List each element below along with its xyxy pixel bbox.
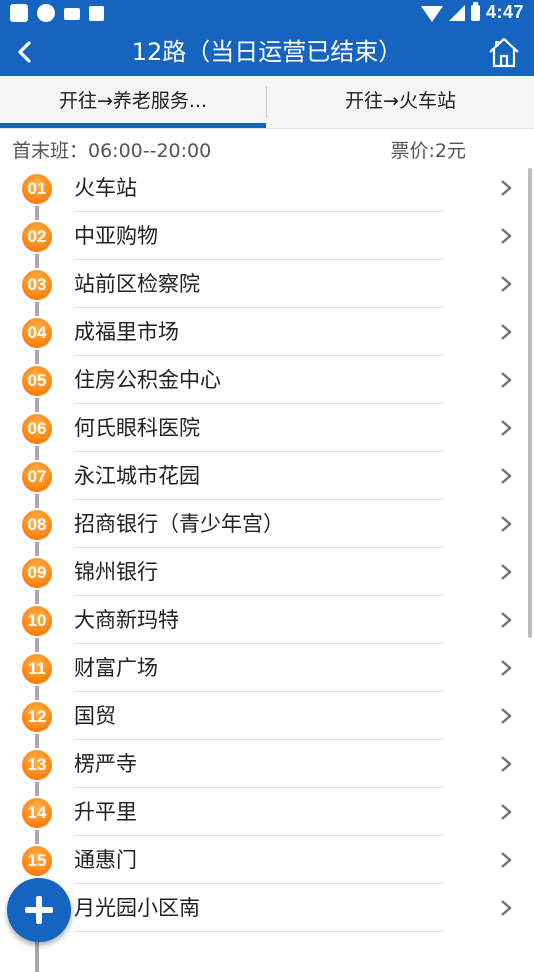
chevron-right-icon <box>501 756 512 772</box>
stop-number-badge: 12 <box>22 702 52 732</box>
stop-item[interactable]: 12 国贸 <box>0 692 534 740</box>
chevron-right-icon <box>501 564 512 580</box>
stop-name: 站前区检察院 <box>74 272 200 296</box>
stop-number-badge: 01 <box>22 174 52 204</box>
stop-name: 住房公积金中心 <box>74 368 221 392</box>
stop-name: 通惠门 <box>74 848 137 872</box>
stop-name: 何氏眼科医院 <box>74 416 200 440</box>
chevron-right-icon <box>501 708 512 724</box>
stop-number-badge: 13 <box>22 750 52 780</box>
stop-name: 大商新玛特 <box>74 608 179 632</box>
status-bar: 4:47 <box>0 0 534 28</box>
stop-item[interactable]: 06 何氏眼科医院 <box>0 404 534 452</box>
stop-number-badge: 08 <box>22 510 52 540</box>
stop-name: 月光园小区南 <box>74 896 200 920</box>
stop-number-badge: 09 <box>22 558 52 588</box>
battery-icon <box>470 1 480 21</box>
stop-item[interactable]: 14 升平里 <box>0 788 534 836</box>
stop-number-badge: 10 <box>22 606 52 636</box>
stop-item[interactable]: 11 财富广场 <box>0 644 534 692</box>
chevron-right-icon <box>501 612 512 628</box>
stop-item[interactable]: 13 楞严寺 <box>0 740 534 788</box>
stop-number-badge: 15 <box>22 846 52 876</box>
route-info: 首末班：06:00--20:00 票价:2元 <box>0 136 534 166</box>
sync-notification-icon <box>37 4 55 22</box>
chevron-right-icon <box>501 900 512 916</box>
stop-item[interactable]: 03 站前区检察院 <box>0 260 534 308</box>
stop-number-badge: 04 <box>22 318 52 348</box>
home-icon <box>489 37 519 68</box>
chevron-right-icon <box>501 468 512 484</box>
stop-item[interactable]: 01 火车站 <box>0 164 534 212</box>
stop-number-badge: 02 <box>22 222 52 252</box>
back-button[interactable] <box>8 34 44 70</box>
chevron-right-icon <box>501 276 512 292</box>
chevron-right-icon <box>501 420 512 436</box>
chevron-right-icon <box>501 372 512 388</box>
notification-icons <box>10 4 104 22</box>
stop-item[interactable]: 08 招商银行（青少年宫） <box>0 500 534 548</box>
wifi-icon <box>420 5 443 22</box>
stop-name: 财富广场 <box>74 656 158 680</box>
stop-number-badge: 05 <box>22 366 52 396</box>
mail-notification-icon <box>64 8 80 20</box>
add-button[interactable] <box>7 878 71 942</box>
stop-name: 成福里市场 <box>74 320 179 344</box>
title-bar: 12路（当日运营已结束） <box>0 28 534 76</box>
clock: 4:47 <box>485 2 524 22</box>
back-arrow-icon <box>18 41 31 63</box>
text-notification-icon <box>89 5 104 21</box>
chevron-right-icon <box>501 228 512 244</box>
chevron-right-icon <box>501 660 512 676</box>
stop-name: 招商银行（青少年宫） <box>74 512 284 536</box>
system-icons: 4:47 <box>420 1 524 23</box>
stop-item[interactable]: 10 大商新玛特 <box>0 596 534 644</box>
stop-item[interactable]: 16 月光园小区南 <box>0 884 534 932</box>
chevron-right-icon <box>501 804 512 820</box>
stop-number-badge: 14 <box>22 798 52 828</box>
schedule-text: 首末班：06:00--20:00 <box>12 140 212 162</box>
page-title: 12路（当日运营已结束） <box>131 38 403 66</box>
fare-text: 票价:2元 <box>390 140 467 162</box>
stop-name: 火车站 <box>74 176 137 200</box>
chevron-right-icon <box>501 852 512 868</box>
app-notification-icon <box>10 4 28 22</box>
stop-name: 国贸 <box>74 704 116 728</box>
stop-item[interactable]: 04 成福里市场 <box>0 308 534 356</box>
chevron-right-icon <box>501 180 512 196</box>
stop-item[interactable]: 07 永江城市花园 <box>0 452 534 500</box>
stop-item[interactable]: 05 住房公积金中心 <box>0 356 534 404</box>
active-tab-indicator <box>0 123 266 128</box>
home-button[interactable] <box>486 34 522 70</box>
stop-item[interactable]: 02 中亚购物 <box>0 212 534 260</box>
stop-name: 锦州银行 <box>74 560 158 584</box>
separator <box>74 931 444 932</box>
stop-item[interactable]: 15 通惠门 <box>0 836 534 884</box>
stop-number-badge: 06 <box>22 414 52 444</box>
scrollbar[interactable] <box>528 168 532 638</box>
tab-direction-1[interactable]: 开往→养老服务... <box>0 76 266 128</box>
tab-direction-2[interactable]: 开往→火车站 <box>267 76 534 128</box>
stop-name: 楞严寺 <box>74 752 137 776</box>
chevron-right-icon <box>501 324 512 340</box>
stop-number-badge: 07 <box>22 462 52 492</box>
stop-name: 永江城市花园 <box>74 464 200 488</box>
stop-number-badge: 03 <box>22 270 52 300</box>
direction-tabs: 开往→养老服务... 开往→火车站 <box>0 76 534 129</box>
stop-name: 中亚购物 <box>74 224 158 248</box>
stop-number-badge: 11 <box>22 654 52 684</box>
stop-item[interactable]: 09 锦州银行 <box>0 548 534 596</box>
chevron-right-icon <box>501 516 512 532</box>
stop-name: 升平里 <box>74 800 137 824</box>
signal-icon <box>448 4 465 21</box>
